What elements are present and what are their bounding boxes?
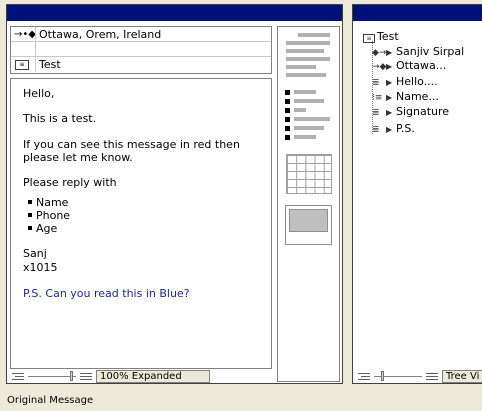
thumb-line (294, 90, 316, 94)
thumb-line (294, 126, 324, 130)
outline-icon[interactable] (358, 371, 370, 382)
thumb-line (286, 49, 324, 53)
thumbnail-navigator[interactable] (277, 26, 340, 382)
expand-arrow-icon[interactable]: ▶ (386, 123, 396, 137)
thumb-line (294, 117, 330, 121)
subject-row[interactable]: ≡ Test (11, 57, 271, 72)
body-line-3: Please reply with (23, 176, 117, 189)
expand-arrow-icon[interactable]: ▶ (386, 46, 396, 60)
thumb-table (286, 154, 332, 194)
tree-status-text: Tree Vi (442, 370, 482, 383)
signature-name: Sanj (23, 247, 47, 260)
tree-root[interactable]: ≡ Test (363, 30, 399, 44)
paragraph-icon: ≣ (372, 125, 380, 135)
thumb-line (294, 108, 306, 112)
tree-node[interactable]: ≣ ▶ Signature (372, 105, 449, 120)
tree-pane-titlebar[interactable] (353, 5, 482, 21)
ps-line: P.S. Can you read this in Blue? (23, 287, 190, 300)
tree-node[interactable]: ⁝≡ ▶ Name... (372, 90, 439, 105)
tree-node[interactable]: ≣ ▶ P.S. (372, 122, 415, 137)
recipients-arrow-icon: →•◆ (14, 29, 36, 40)
subject-icon: ≡ (15, 60, 29, 70)
zoom-slider-track[interactable] (28, 376, 76, 377)
thumb-line (294, 99, 324, 103)
tree-node[interactable]: →◆▶ Ottawa... (372, 59, 446, 74)
expand-icon[interactable] (80, 371, 92, 382)
thumb-line (286, 57, 330, 61)
paragraph-icon: ≣ (372, 108, 380, 118)
bullet-item: Age (28, 222, 57, 235)
recipients-icon: →◆ (372, 62, 387, 72)
zoom-slider-thumb[interactable] (70, 371, 73, 381)
recipients-text: Ottawa, Orem, Ireland (39, 28, 162, 41)
bullet-item: Name (28, 196, 68, 209)
body-line-2b: please let me know. (23, 151, 133, 164)
expand-icon[interactable] (426, 371, 438, 382)
recipients-row[interactable]: →•◆ Ottawa, Orem, Ireland (11, 27, 271, 42)
document-icon: ≡ (363, 34, 375, 43)
thumb-bullet (285, 117, 290, 122)
expand-arrow-icon[interactable]: ▶ (386, 76, 396, 90)
expand-arrow-icon[interactable]: ▶ (386, 106, 396, 120)
zoom-status-text: 100% Expanded (96, 370, 210, 383)
thumb-line (286, 41, 330, 45)
list-icon: ⁝≡ (372, 93, 383, 103)
thumb-line (294, 135, 316, 139)
body-line-1: This is a test. (23, 112, 97, 125)
message-pane-titlebar[interactable] (7, 5, 342, 21)
thumb-bullet (285, 90, 290, 95)
thumb-line (286, 73, 326, 77)
bullet-item: Phone (28, 209, 70, 222)
tree-view: ≡ Test ◆→▶ Sanjiv Sirpal →◆▶ Ottawa... ≣ ▶ He… (358, 26, 482, 368)
message-pane: →•◆ Ottawa, Orem, Ireland ≡ Test Hello, … (6, 4, 343, 384)
subject-text: Test (39, 58, 61, 71)
tree-slider-thumb[interactable] (381, 371, 384, 381)
thumb-line (286, 65, 316, 69)
greeting: Hello, (23, 87, 55, 100)
message-body[interactable]: Hello, This is a test. If you can see th… (10, 78, 272, 369)
thumb-line (298, 33, 330, 37)
tree-node[interactable]: ◆→▶ Sanjiv Sirpal (372, 45, 464, 60)
thumb-bullet (285, 99, 290, 104)
paragraph-icon: ≣ (372, 78, 380, 88)
expand-arrow-icon[interactable]: ▶ (386, 91, 396, 105)
outline-icon[interactable] (12, 371, 24, 382)
expand-arrow-icon[interactable]: ▶ (386, 60, 396, 74)
window-caption: Original Message (7, 395, 94, 406)
tree-pane: ≡ Test ◆→▶ Sanjiv Sirpal →◆▶ Ottawa... ≣ ▶ He… (352, 4, 482, 384)
thumb-bullet (285, 126, 290, 131)
empty-header-row (11, 42, 271, 57)
tree-node[interactable]: ≣ ▶ Hello.... (372, 75, 438, 90)
signature-ext: x1015 (23, 261, 58, 274)
body-line-2a: If you can see this message in red then (23, 138, 240, 151)
sender-icon: ◆→ (372, 48, 387, 58)
tree-root-label: Test (377, 30, 399, 43)
thumb-bullet (285, 135, 290, 140)
message-status-bar: 100% Expanded (10, 370, 340, 383)
thumb-image (285, 205, 332, 245)
message-header: →•◆ Ottawa, Orem, Ireland ≡ Test (10, 26, 272, 74)
tree-status-bar: Tree Vi (356, 370, 482, 383)
thumb-bullet (285, 108, 290, 113)
